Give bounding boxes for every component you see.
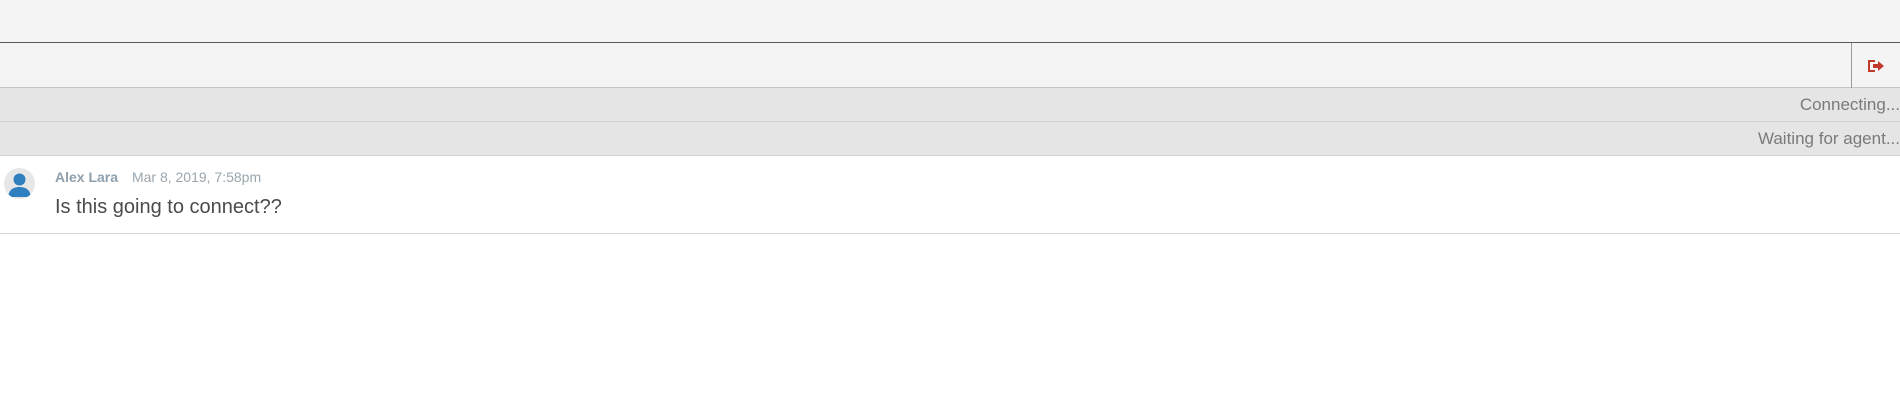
message-author: Alex Lara (55, 169, 119, 185)
user-avatar-icon (8, 173, 31, 197)
chat-message: Alex Lara Mar 8, 2019, 7:58pm Is this go… (0, 156, 1900, 234)
status-waiting-for-agent: Waiting for agent... (0, 122, 1900, 156)
message-text: Is this going to connect?? (55, 196, 282, 218)
sign-out-icon (1867, 59, 1884, 72)
status-connecting: Connecting... (0, 88, 1900, 122)
chat-toolbar (0, 42, 1900, 88)
end-chat-button[interactable] (1852, 43, 1900, 88)
message-timestamp: Mar 8, 2019, 7:58pm (131, 169, 262, 185)
avatar (4, 168, 35, 199)
message-meta: Alex Lara Mar 8, 2019, 7:58pm (55, 168, 261, 186)
top-band (0, 0, 1900, 42)
